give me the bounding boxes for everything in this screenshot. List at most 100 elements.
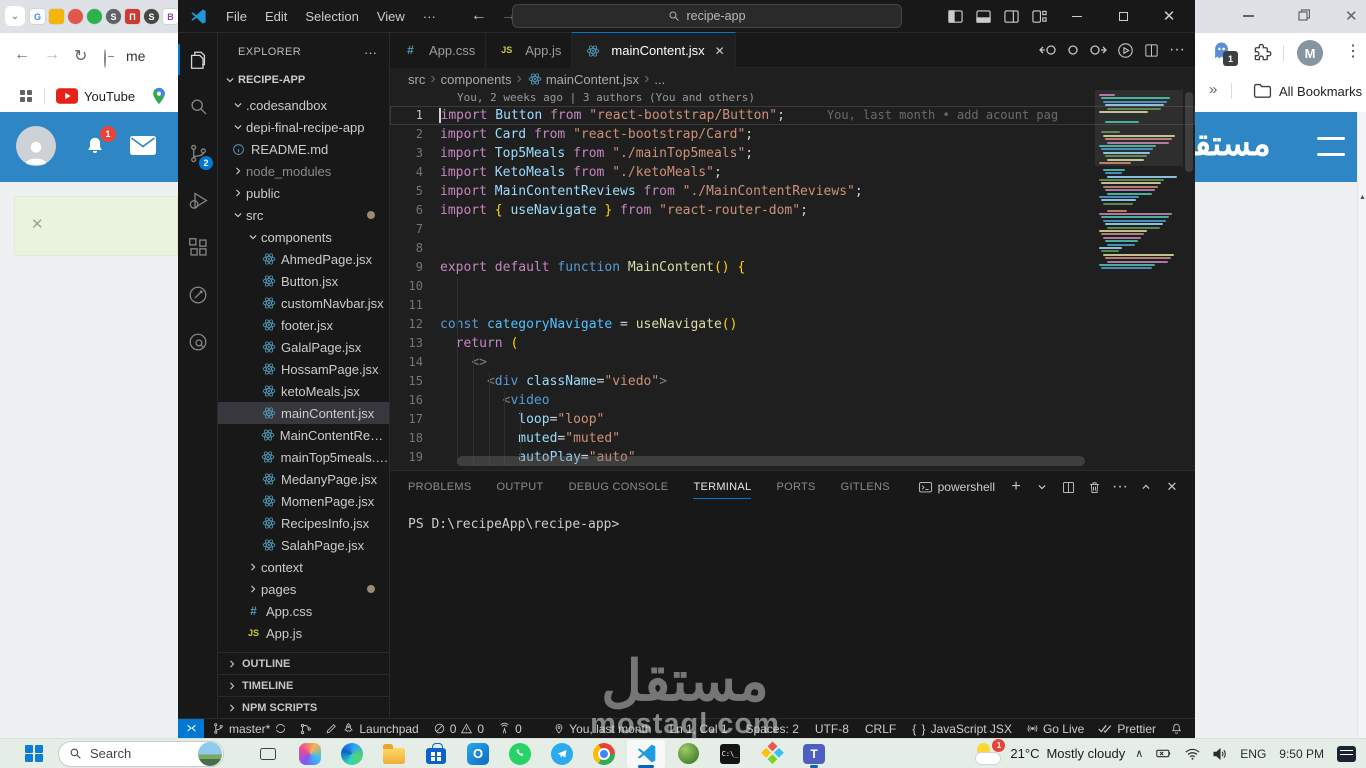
activity-gitlens-icon[interactable] [178,271,218,318]
activity-extensions-icon[interactable] [178,224,218,271]
browser-minimize-button[interactable] [1243,15,1254,17]
layout-secondary-sidebar-icon[interactable] [997,3,1025,29]
apps-grid-icon[interactable] [20,90,32,102]
tree-item[interactable]: README.md [218,138,389,160]
site-favicon[interactable]: G [30,9,45,24]
activity-source-control-icon[interactable]: 2 [178,130,218,177]
code-line[interactable]: 11 [390,296,1195,315]
panel-tab-ports[interactable]: PORTS [776,471,815,503]
tree-item[interactable]: footer.jsx [218,314,389,336]
menu-item-file[interactable]: File [217,9,256,24]
code-line[interactable]: 17 loop = "loop" [390,410,1195,429]
explorer-root[interactable]: RECIPE-APP [218,69,389,91]
tree-item[interactable]: ketoMeals.jsx [218,380,389,402]
layout-customize-icon[interactable] [1025,3,1053,29]
code-line[interactable]: 16 < video [390,391,1195,410]
panel-tab-problems[interactable]: PROBLEMS [408,471,472,503]
extensions-puzzle-icon[interactable] [1253,43,1272,62]
code-line[interactable]: 13 return ( [390,334,1195,353]
prev-change-icon[interactable] [1035,38,1059,62]
tree-item[interactable]: MedanyPage.jsx [218,468,389,490]
next-change-icon[interactable] [1087,38,1111,62]
split-editor-icon[interactable] [1139,38,1163,62]
encoding-status[interactable]: UTF-8 [815,722,849,736]
tree-item[interactable]: node_modules [218,160,389,182]
all-bookmarks-label[interactable]: All Bookmarks [1279,84,1362,99]
layout-sidebar-icon[interactable] [941,3,969,29]
taskbar-app-outlook[interactable]: O [458,739,498,768]
code-line[interactable]: 7 [390,220,1195,239]
taskbar-app-store[interactable] [416,739,456,768]
code-line[interactable]: 8 [390,239,1195,258]
code-line[interactable]: 18 muted = "muted" [390,429,1195,448]
reload-button[interactable]: ↻ [74,46,87,66]
tab-app.js[interactable]: JS App.js [486,32,573,68]
tree-item[interactable]: JS App.js [218,622,389,644]
vertical-scrollbar[interactable] [1183,90,1195,470]
panel-tab-terminal[interactable]: TERMINAL [693,471,752,503]
prettier-status[interactable]: Prettier [1098,722,1156,736]
profile-avatar[interactable]: M [1297,40,1323,66]
tree-item[interactable]: context [218,556,389,578]
panel-tab-debug-console[interactable]: DEBUG CONSOLE [569,471,669,503]
close-panel-icon[interactable]: ✕ [1161,476,1183,498]
code-line[interactable]: 9 export default function MainContent() { [390,258,1195,277]
site-info-icon[interactable] [104,49,106,68]
menu-more-icon[interactable]: ··· [414,9,445,24]
terminal-instance[interactable]: powershell [918,480,995,495]
taskbar-app-teams[interactable]: T [794,739,834,768]
notification-center-icon[interactable] [1337,745,1356,762]
scrollbar-thumb[interactable] [1185,92,1193,172]
taskbar-app-whatsapp[interactable] [500,739,540,768]
site-favicon[interactable]: S [144,9,159,24]
tab-close-icon[interactable]: ✕ [715,44,725,58]
taskbar-app-chrome[interactable] [584,739,624,768]
code-line[interactable]: 12 const categoryNavigate = useNavigate() [390,315,1195,334]
tree-item[interactable]: SalahPage.jsx [218,534,389,556]
taskbar-search[interactable]: Search [58,740,224,767]
breadcrumb-item[interactable]: components [441,72,512,87]
terminal-prompt[interactable]: PS D:\recipeApp\recipe-app> [390,503,1195,532]
tree-item[interactable]: .codesandbox [218,94,389,116]
maximize-button[interactable] [1109,3,1137,29]
eol-status[interactable]: CRLF [865,722,896,736]
tree-item[interactable]: HossamPage.jsx [218,358,389,380]
kill-terminal-icon[interactable] [1083,476,1105,498]
taskbar-app-task-view[interactable] [248,739,288,768]
alert-close-icon[interactable]: ✕ [31,215,44,233]
site-favicon[interactable] [49,9,64,24]
youtube-bookmark[interactable]: YouTube [84,89,135,104]
indentation-status[interactable]: Spaces: 2 [746,722,799,736]
section-npm-scripts[interactable]: NPM SCRIPTS [218,696,389,718]
bookmarks-overflow[interactable]: » [1209,81,1217,98]
site-favicon[interactable]: B [163,9,178,24]
revision-icon[interactable] [1061,38,1085,62]
commit-graph-icon[interactable] [299,722,313,736]
code-line[interactable]: 14 <> [390,353,1195,372]
tree-item[interactable]: pages [218,578,389,600]
horizontal-scrollbar[interactable] [457,456,1085,466]
panel-more-icon[interactable]: ··· [1109,476,1131,498]
menu-item-edit[interactable]: Edit [256,9,296,24]
section-timeline[interactable]: TIMELINE [218,674,389,696]
taskbar-app-green-app[interactable] [668,739,708,768]
breadcrumb-item[interactable]: ... [654,72,665,87]
nav-back-icon[interactable]: ← [471,7,487,25]
tree-item[interactable]: components [218,226,389,248]
new-terminal-icon[interactable]: + [1005,476,1027,498]
url-fragment[interactable]: me [126,48,145,64]
go-live-status[interactable]: Go Live [1026,722,1084,736]
menu-item-view[interactable]: View [368,9,414,24]
browser-close-button[interactable]: ✕ [1345,7,1358,25]
taskbar-app-telegram[interactable] [542,739,582,768]
minimize-button[interactable] [1063,3,1091,29]
codelens-annotation[interactable]: You, 2 weeks ago | 3 authors (You and ot… [390,90,1195,106]
tree-item[interactable]: AhmedPage.jsx [218,248,389,270]
activity-gitlens-inspect-icon[interactable] [178,318,218,365]
problems-status[interactable]: 0 0 [433,722,484,736]
activity-explorer-icon[interactable] [178,36,218,83]
feedback-status[interactable]: 0 [498,722,522,736]
messages-icon[interactable] [130,136,156,155]
wifi-icon[interactable] [1185,748,1200,760]
explorer-more-icon[interactable]: ··· [364,45,377,60]
